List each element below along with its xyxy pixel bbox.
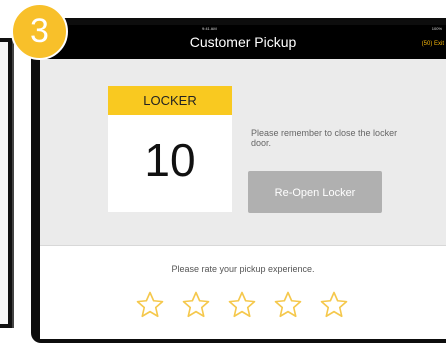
locker-label: LOCKER [108, 86, 232, 115]
star-icon[interactable] [319, 290, 349, 320]
star-rating [135, 290, 349, 320]
rating-section: Please rate your pickup experience. [40, 246, 446, 339]
rating-prompt: Please rate your pickup experience. [171, 264, 315, 274]
status-battery: 100% [431, 26, 442, 31]
page-title: Customer Pickup [189, 34, 297, 50]
star-icon[interactable] [273, 290, 303, 320]
star-icon[interactable] [135, 290, 165, 320]
reminder-text: Please remember to close the locker door… [251, 128, 398, 148]
star-icon[interactable] [227, 290, 257, 320]
adjacent-device-screen [0, 42, 8, 324]
step-badge: 3 [11, 3, 68, 60]
reopen-locker-button[interactable]: Re-Open Locker [248, 171, 382, 213]
adjacent-device-frame [0, 38, 14, 328]
star-icon[interactable] [181, 290, 211, 320]
locker-card: LOCKER 10 [108, 86, 232, 212]
exit-button[interactable]: (50) Exit [422, 41, 444, 47]
status-time: 9:41 AM [202, 26, 217, 31]
header-bar: 9:41 AM 100% Customer Pickup (50) Exit [40, 25, 446, 59]
locker-number: 10 [144, 134, 196, 186]
